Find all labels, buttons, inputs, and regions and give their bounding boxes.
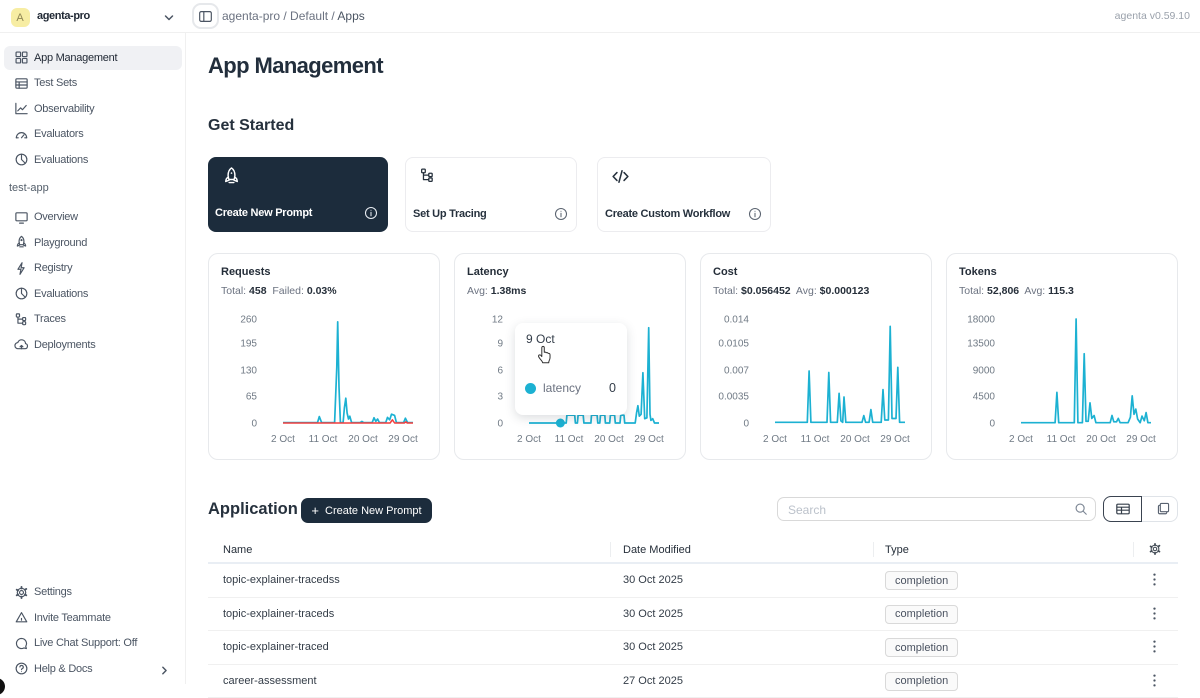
svg-text:2 Oct: 2 Oct bbox=[763, 434, 787, 445]
svg-text:0.014: 0.014 bbox=[724, 315, 749, 326]
svg-text:29 Oct: 29 Oct bbox=[388, 434, 418, 445]
svg-text:2 Oct: 2 Oct bbox=[271, 434, 295, 445]
svg-text:4500: 4500 bbox=[973, 392, 996, 403]
svg-text:20 Oct: 20 Oct bbox=[594, 434, 624, 445]
svg-text:11 Oct: 11 Oct bbox=[801, 434, 830, 445]
svg-text:29 Oct: 29 Oct bbox=[1126, 434, 1156, 445]
svg-text:2 Oct: 2 Oct bbox=[1009, 434, 1033, 445]
svg-text:9000: 9000 bbox=[973, 366, 996, 377]
svg-text:11 Oct: 11 Oct bbox=[1047, 434, 1076, 445]
svg-text:0: 0 bbox=[989, 419, 995, 430]
svg-text:29 Oct: 29 Oct bbox=[880, 434, 910, 445]
svg-text:29 Oct: 29 Oct bbox=[634, 434, 664, 445]
svg-text:2 Oct: 2 Oct bbox=[517, 434, 541, 445]
svg-text:3: 3 bbox=[497, 392, 503, 403]
svg-text:0: 0 bbox=[743, 419, 749, 430]
svg-text:0.0035: 0.0035 bbox=[718, 392, 749, 403]
svg-text:0: 0 bbox=[251, 419, 257, 430]
svg-text:20 Oct: 20 Oct bbox=[840, 434, 870, 445]
svg-text:13500: 13500 bbox=[967, 339, 995, 350]
svg-text:11 Oct: 11 Oct bbox=[555, 434, 584, 445]
svg-text:0: 0 bbox=[497, 419, 503, 430]
svg-text:6: 6 bbox=[497, 366, 503, 377]
svg-text:9: 9 bbox=[497, 339, 503, 350]
svg-text:18000: 18000 bbox=[967, 315, 995, 326]
svg-text:20 Oct: 20 Oct bbox=[1086, 434, 1116, 445]
svg-text:20 Oct: 20 Oct bbox=[348, 434, 378, 445]
svg-text:12: 12 bbox=[492, 315, 504, 326]
svg-text:65: 65 bbox=[246, 392, 258, 403]
svg-text:0.0105: 0.0105 bbox=[718, 339, 749, 350]
svg-text:195: 195 bbox=[240, 339, 257, 350]
svg-text:130: 130 bbox=[240, 366, 257, 377]
svg-text:260: 260 bbox=[240, 315, 257, 326]
svg-text:11 Oct: 11 Oct bbox=[309, 434, 338, 445]
svg-text:0.007: 0.007 bbox=[724, 366, 749, 377]
